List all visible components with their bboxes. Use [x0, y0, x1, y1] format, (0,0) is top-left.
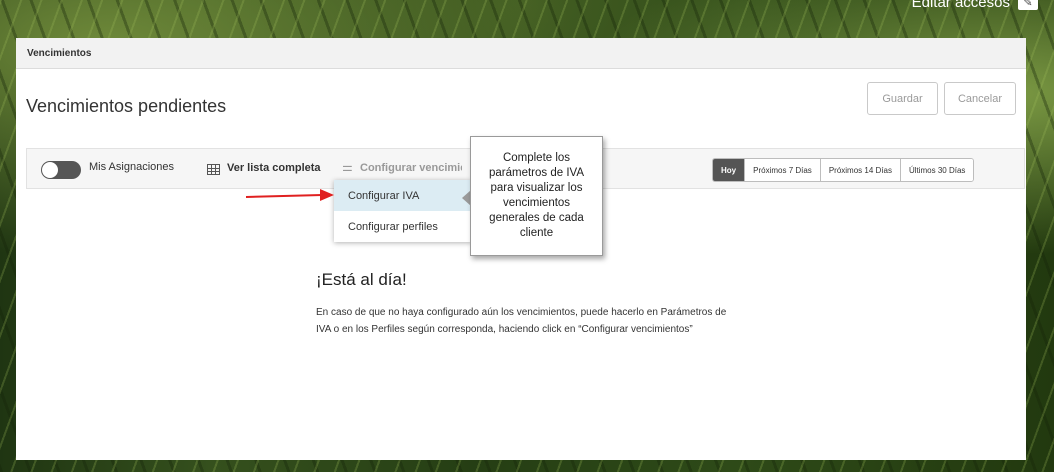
filter-last-30-days[interactable]: Últimos 30 Días [899, 159, 974, 181]
filter-today[interactable]: Hoy [713, 159, 745, 181]
table-icon [207, 164, 220, 175]
menu-item-configure-iva[interactable]: Configurar IVA [334, 180, 472, 211]
panel-header-title: Vencimientos [27, 47, 92, 59]
tooltip-text: Complete los parámetros de IVA para visu… [488, 152, 585, 239]
iva-tooltip: Complete los parámetros de IVA para visu… [470, 136, 603, 256]
date-filter-group: Hoy Próximos 7 Días Próximos 14 Días Últ… [712, 158, 975, 182]
my-assignments-label: Mis Asignaciones [89, 161, 174, 173]
page-title: Vencimientos pendientes [26, 96, 227, 116]
empty-state-text: En caso de que no haya configurado aún l… [316, 307, 727, 335]
edit-access-link[interactable]: Editar accesos [912, 0, 1010, 11]
annotation-arrow [245, 189, 334, 201]
sliders-icon: ⚌ [342, 160, 353, 174]
filter-next-7-days[interactable]: Próximos 7 Días [744, 159, 820, 181]
empty-state-title: ¡Está al día! [316, 270, 407, 289]
panel-header: Vencimientos [16, 38, 1026, 69]
configure-dropdown-menu: Configurar IVA Configurar perfiles [334, 180, 472, 242]
edit-icon[interactable]: ✎ [1018, 0, 1038, 10]
save-button[interactable]: Guardar [867, 82, 938, 115]
configure-due-dates-button[interactable]: Configurar vencimientos [360, 162, 462, 174]
cancel-button[interactable]: Cancelar [944, 82, 1016, 115]
full-list-link[interactable]: Ver lista completa [227, 162, 321, 174]
toggle-knob [42, 162, 58, 178]
menu-item-configure-profiles[interactable]: Configurar perfiles [334, 211, 472, 242]
filter-next-14-days[interactable]: Próximos 14 Días [819, 159, 900, 181]
my-assignments-toggle[interactable] [41, 161, 81, 179]
